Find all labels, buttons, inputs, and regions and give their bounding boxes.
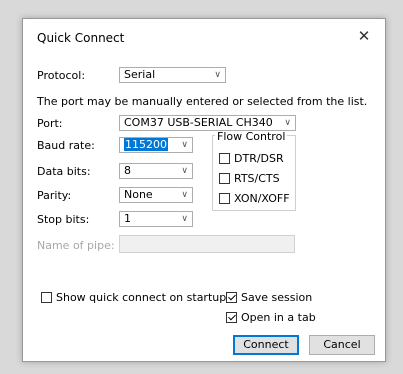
chevron-down-icon: ∨	[181, 214, 188, 224]
xon-xoff-checkbox[interactable]	[219, 193, 230, 204]
save-session-checkbox[interactable]	[226, 292, 237, 303]
chevron-down-icon: ∨	[181, 166, 188, 176]
dialog-title: Quick Connect	[37, 31, 125, 45]
port-hint-text: The port may be manually entered or sele…	[37, 95, 368, 108]
pipe-name-input	[119, 235, 295, 253]
dtr-dsr-label: DTR/DSR	[234, 152, 284, 165]
open-in-tab-label: Open in a tab	[241, 311, 316, 324]
data-bits-value: 8	[124, 164, 131, 177]
open-in-tab-checkbox[interactable]	[226, 312, 237, 323]
baud-rate-label: Baud rate:	[37, 139, 95, 152]
stop-bits-value: 1	[124, 212, 131, 225]
chevron-down-icon: ∨	[181, 190, 188, 200]
rts-cts-label: RTS/CTS	[234, 172, 280, 185]
cancel-button[interactable]: Cancel	[309, 335, 375, 355]
close-icon[interactable]: ✕	[355, 27, 373, 45]
chevron-down-icon: ∨	[181, 140, 188, 150]
chevron-down-icon: ∨	[214, 70, 221, 80]
save-session-label: Save session	[241, 291, 313, 304]
show-quick-connect-checkbox[interactable]	[41, 292, 52, 303]
data-bits-select[interactable]: 8 ∨	[119, 163, 193, 179]
port-select[interactable]: COM37 USB-SERIAL CH340 ∨	[119, 115, 296, 131]
baud-rate-value: 115200	[124, 138, 168, 151]
chevron-down-icon: ∨	[284, 118, 291, 128]
parity-select[interactable]: None ∨	[119, 187, 193, 203]
pipe-name-label: Name of pipe:	[37, 239, 115, 252]
parity-value: None	[124, 188, 153, 201]
protocol-select[interactable]: Serial ∨	[119, 67, 226, 83]
protocol-value: Serial	[124, 68, 156, 81]
data-bits-label: Data bits:	[37, 165, 91, 178]
protocol-label: Protocol:	[37, 69, 86, 82]
quick-connect-dialog: Quick Connect ✕ Protocol: Serial ∨ The p…	[22, 18, 386, 362]
parity-label: Parity:	[37, 189, 72, 202]
baud-rate-select[interactable]: 115200 ∨	[119, 137, 193, 153]
port-value: COM37 USB-SERIAL CH340	[124, 116, 273, 129]
show-quick-connect-label: Show quick connect on startup	[56, 291, 227, 304]
rts-cts-checkbox[interactable]	[219, 173, 230, 184]
stop-bits-label: Stop bits:	[37, 213, 90, 226]
flow-control-title: Flow Control	[215, 130, 288, 143]
connect-button[interactable]: Connect	[233, 335, 299, 355]
port-label: Port:	[37, 117, 63, 130]
stop-bits-select[interactable]: 1 ∨	[119, 211, 193, 227]
xon-xoff-label: XON/XOFF	[234, 192, 290, 205]
dtr-dsr-checkbox[interactable]	[219, 153, 230, 164]
